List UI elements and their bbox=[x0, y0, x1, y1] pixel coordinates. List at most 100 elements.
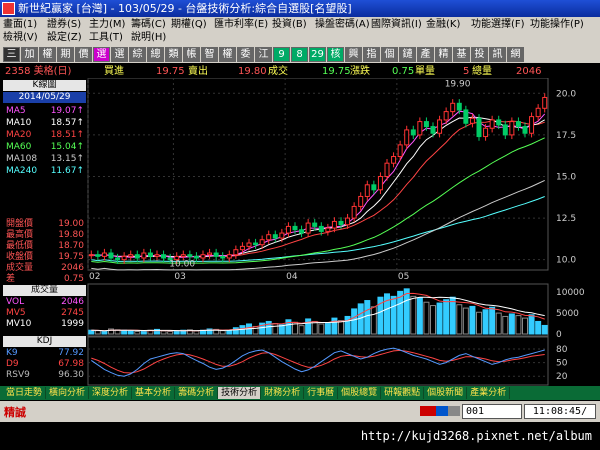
candle-body bbox=[279, 232, 285, 239]
code-input[interactable]: 001 bbox=[462, 404, 522, 419]
analysis-tab-4[interactable]: 籌碼分析 bbox=[175, 387, 219, 399]
kdj-legend-row: RSV9 96.30 bbox=[3, 370, 86, 381]
toolbar-button-4[interactable]: 價 bbox=[75, 46, 92, 62]
menu-item-3[interactable]: 籌碼(C) bbox=[131, 18, 166, 32]
toolbar-button-25[interactable]: 基 bbox=[453, 46, 470, 62]
volume-bar bbox=[305, 318, 312, 335]
candle-body bbox=[496, 119, 502, 126]
candle-body bbox=[522, 126, 528, 134]
volume-bar bbox=[430, 305, 436, 335]
analysis-tab-8[interactable]: 個股總覽 bbox=[338, 387, 382, 399]
kdj-header[interactable]: KDJ bbox=[3, 336, 86, 347]
toolbar-button-26[interactable]: 投 bbox=[471, 46, 488, 62]
volume-bar bbox=[272, 323, 279, 335]
toolbar-button-7[interactable]: 綜 bbox=[129, 46, 146, 62]
menu-item-0[interactable]: 畫面(1) bbox=[3, 18, 37, 32]
toolbar-button-2[interactable]: 權 bbox=[39, 46, 56, 62]
analysis-tab-0[interactable]: 當日走勢 bbox=[3, 387, 47, 399]
kdj-legend-value: 67.98 bbox=[58, 359, 84, 369]
toolbar-button-22[interactable]: 鏈 bbox=[399, 46, 416, 62]
toolbar-button-14[interactable]: 江 bbox=[255, 46, 272, 62]
toolbar-button-27[interactable]: 訊 bbox=[489, 46, 506, 62]
menu2-item-0[interactable]: 檢視(V) bbox=[3, 31, 38, 45]
analysis-tab-1[interactable]: 橫向分析 bbox=[46, 387, 90, 399]
menu-item-7[interactable]: 操盤密碼(A) bbox=[315, 18, 370, 32]
menu-item-8[interactable]: 國際資訊(I) bbox=[371, 18, 422, 32]
app-logo-icon bbox=[2, 2, 15, 15]
price-tick-label: 10.0 bbox=[556, 256, 576, 266]
toolbar-button-20[interactable]: 指 bbox=[363, 46, 380, 62]
analysis-tab-3[interactable]: 基本分析 bbox=[132, 387, 176, 399]
candle-body bbox=[345, 217, 351, 226]
volume-bar bbox=[160, 330, 167, 335]
candle-body bbox=[450, 102, 456, 113]
toolbar-button-15[interactable]: 9 bbox=[273, 46, 290, 62]
toolbar-button-1[interactable]: 加 bbox=[21, 46, 38, 62]
chart-area[interactable]: 10.0 12.5 15.0 17.5 20.0 02 03 04 05 19.90 10.00 0 5… bbox=[0, 78, 600, 386]
menu-item-11[interactable]: 功能操作(P) bbox=[530, 18, 584, 32]
toolbar-button-23[interactable]: 產 bbox=[417, 46, 434, 62]
toolbar-button-24[interactable]: 精 bbox=[435, 46, 452, 62]
analysis-tab-11[interactable]: 產業分析 bbox=[467, 387, 511, 399]
analysis-tab-10[interactable]: 個股新聞 bbox=[424, 387, 468, 399]
menu2-item-3[interactable]: 說明(H) bbox=[131, 31, 166, 45]
volume-header[interactable]: 成交量 bbox=[3, 285, 86, 296]
candle-body bbox=[331, 220, 337, 229]
analysis-tab-5[interactable]: 技術分析 bbox=[218, 387, 262, 399]
vol-label: 單量 bbox=[415, 66, 435, 77]
toolbar-button-5[interactable]: 選 bbox=[93, 46, 110, 62]
menu-item-4[interactable]: 期權(Q) bbox=[171, 18, 207, 32]
ma20-line bbox=[91, 120, 545, 258]
analysis-tab-6[interactable]: 財務分析 bbox=[261, 387, 305, 399]
candle-body bbox=[200, 254, 206, 259]
toolbar-button-28[interactable]: 網 bbox=[507, 46, 524, 62]
volume-bar bbox=[469, 305, 476, 335]
toolbar-button-17[interactable]: 29 bbox=[309, 46, 326, 62]
menu2-item-1[interactable]: 設定(Z) bbox=[47, 31, 82, 45]
candle-body bbox=[515, 121, 521, 128]
volume-bar bbox=[502, 315, 509, 335]
volume-bar bbox=[94, 330, 101, 335]
vol-value: 5 bbox=[463, 66, 470, 77]
candle-body bbox=[410, 129, 416, 136]
toolbar-button-0[interactable]: 三 bbox=[3, 46, 20, 62]
candle-body bbox=[88, 254, 94, 257]
menu-item-9[interactable]: 金融(K) bbox=[426, 18, 460, 32]
toolbar-button-12[interactable]: 權 bbox=[219, 46, 236, 62]
toolbar-button-21[interactable]: 個 bbox=[381, 46, 398, 62]
toolbar-button-19[interactable]: 興 bbox=[345, 46, 362, 62]
kdj-legend-value: 77.92 bbox=[58, 348, 84, 358]
toolbar-button-6[interactable]: 選 bbox=[111, 46, 128, 62]
analysis-tab-7[interactable]: 行事曆 bbox=[304, 387, 339, 399]
menu-item-5[interactable]: 匯市利率(E) bbox=[214, 18, 268, 32]
toolbar-button-13[interactable]: 委 bbox=[237, 46, 254, 62]
menu-item-10[interactable]: 功能選擇(F) bbox=[471, 18, 525, 32]
menu-item-6[interactable]: 投資(B) bbox=[272, 18, 307, 32]
candle-body bbox=[207, 252, 213, 256]
kdj-legend-value: 96.30 bbox=[58, 370, 84, 380]
candle-body bbox=[358, 195, 364, 207]
candle-body bbox=[299, 229, 305, 234]
volume-bar bbox=[127, 330, 134, 335]
candle-body bbox=[384, 162, 390, 177]
menu-item-1[interactable]: 證券(S) bbox=[47, 18, 81, 32]
candle-body bbox=[423, 121, 429, 128]
date-tick-label: 03 bbox=[174, 272, 185, 282]
toolbar-button-8[interactable]: 總 bbox=[147, 46, 164, 62]
candle-body bbox=[338, 220, 344, 226]
toolbar-button-18[interactable]: 核 bbox=[327, 46, 344, 62]
toolbar-button-11[interactable]: 智 bbox=[201, 46, 218, 62]
price-tick-label: 20.0 bbox=[556, 89, 576, 99]
analysis-tab-2[interactable]: 深度分析 bbox=[89, 387, 133, 399]
candle-body bbox=[535, 107, 541, 118]
volume-bar bbox=[390, 295, 397, 335]
analysis-tab-9[interactable]: 研報觀點 bbox=[381, 387, 425, 399]
toolbar-button-16[interactable]: 8 bbox=[291, 46, 308, 62]
menu2-item-2[interactable]: 工具(T) bbox=[89, 31, 123, 45]
date-tick-label: 05 bbox=[398, 272, 409, 282]
toolbar-button-10[interactable]: 帳 bbox=[183, 46, 200, 62]
toolbar-button-9[interactable]: 類 bbox=[165, 46, 182, 62]
toolbar-button-3[interactable]: 期 bbox=[57, 46, 74, 62]
candle-body bbox=[318, 225, 324, 232]
menu-item-2[interactable]: 主力(M) bbox=[89, 18, 125, 32]
